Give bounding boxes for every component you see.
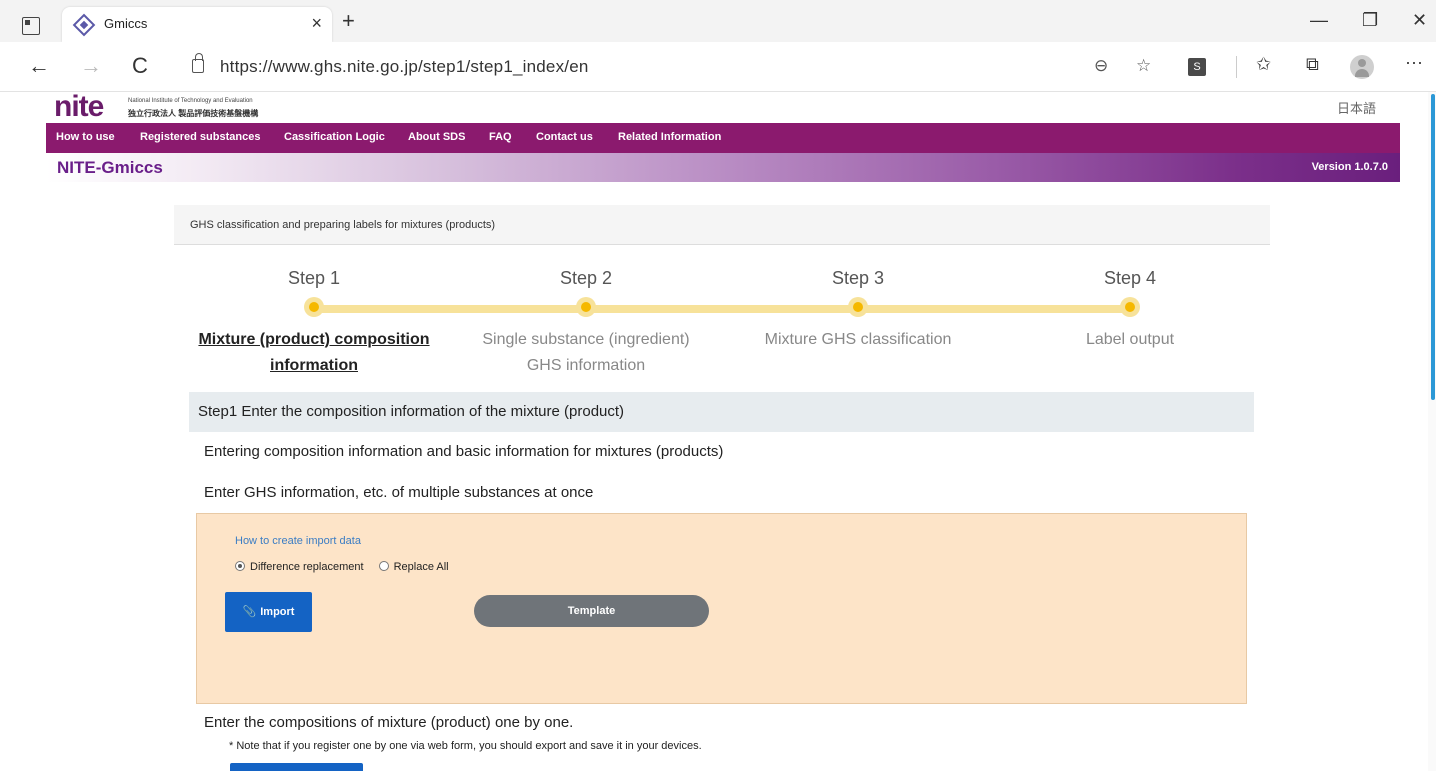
radio-unchecked-icon[interactable] [378, 561, 389, 571]
import-mode-radios: Difference replacement Replace All [235, 561, 449, 573]
logo-japanese-name: 独立行政法人 製品評価技術基盤機構 [128, 109, 259, 118]
add-favorite-icon[interactable]: ☆ [1136, 56, 1151, 76]
reload-icon[interactable]: C [132, 54, 148, 78]
intro-text: Entering composition information and bas… [204, 443, 724, 460]
step-progress: Step 1 Mixture (product) composition info… [174, 252, 1270, 382]
menu-faq[interactable]: FAQ [489, 131, 512, 143]
site-favicon-icon [72, 13, 96, 37]
single-entry-heading: Enter the compositions of mixture (produ… [204, 714, 574, 731]
logo-english-name: National Institute of Technology and Eva… [128, 98, 253, 104]
import-panel: How to create import data Difference rep… [196, 513, 1247, 704]
lock-icon [192, 53, 204, 73]
bulk-entry-heading: Enter GHS information, etc. of multiple … [204, 484, 594, 501]
step-3[interactable]: Step 3 Mixture GHS classification [718, 252, 998, 353]
logo-mark: nite [54, 92, 104, 123]
radio-checked-icon[interactable] [235, 561, 245, 571]
tab-actions-icon[interactable] [22, 17, 40, 35]
menu-contact-us[interactable]: Contact us [536, 131, 593, 143]
step-label: Label output [1085, 331, 1175, 348]
main-menu: How to use Registered substances Cassifi… [46, 123, 1400, 153]
step-number: Step 4 [1103, 268, 1157, 288]
template-button[interactable]: Template [474, 595, 709, 627]
step-label[interactable]: Mixture (product) composition information [174, 327, 454, 379]
step-1[interactable]: Step 1 Mixture (product) composition info… [174, 252, 454, 379]
page-content: nite National Institute of Technology an… [0, 92, 1436, 771]
tab-close-icon[interactable]: × [311, 13, 322, 34]
minimize-icon[interactable]: — [1310, 10, 1328, 30]
menu-registered-substances[interactable]: Registered substances [140, 131, 260, 143]
url-input[interactable]: https://www.ghs.nite.go.jp/step1/step1_i… [176, 50, 1151, 84]
favorites-icon[interactable]: ✩ [1256, 54, 1271, 75]
close-window-icon[interactable]: ✕ [1412, 10, 1427, 30]
step-number: Step 1 [287, 268, 341, 288]
zoom-out-icon[interactable]: ⊖ [1094, 56, 1108, 76]
back-icon[interactable]: ← [28, 54, 50, 78]
tab-title: Gmiccs [104, 16, 148, 31]
step-number: Step 2 [559, 268, 613, 288]
menu-classification-logic[interactable]: Cassification Logic [284, 131, 385, 143]
forward-icon[interactable]: → [80, 54, 102, 78]
step-dot [1120, 297, 1140, 317]
step-dot [848, 297, 868, 317]
restore-icon[interactable]: ❐ [1362, 10, 1378, 30]
paperclip-icon: 📎 [242, 606, 257, 618]
menu-related-information[interactable]: Related Information [618, 131, 721, 143]
new-tab-icon[interactable]: + [342, 9, 355, 33]
browser-tab[interactable]: Gmiccs × [62, 7, 332, 42]
single-entry-button[interactable] [230, 763, 363, 771]
app-title: NITE-Gmiccs [57, 158, 163, 177]
profile-avatar[interactable] [1350, 55, 1374, 79]
toolbar-divider [1236, 56, 1237, 78]
step-4[interactable]: Step 4 Label output [990, 252, 1270, 353]
radio-replace-all[interactable]: Replace All [378, 561, 449, 573]
menu-how-to-use[interactable]: How to use [56, 131, 115, 143]
app-header: NITE-Gmiccs Version 1.0.7.0 [46, 153, 1400, 182]
browser-tab-bar: Gmiccs × + — ❐ ✕ [0, 0, 1436, 42]
import-help-link[interactable]: How to create import data [235, 535, 361, 547]
section-title: Step1 Enter the composition information … [198, 403, 625, 420]
nite-logo[interactable]: nite National Institute of Technology an… [54, 92, 258, 123]
menu-about-sds[interactable]: About SDS [408, 131, 465, 143]
collections-icon[interactable]: ⧉ [1306, 54, 1319, 75]
step-dot [576, 297, 596, 317]
breadcrumb-text: GHS classification and preparing labels … [190, 219, 496, 231]
radio-difference-replacement[interactable]: Difference replacement [235, 561, 364, 573]
language-switch-link[interactable]: 日本語 [1337, 98, 1376, 117]
import-button[interactable]: 📎 Import [225, 592, 312, 632]
more-menu-icon[interactable]: ··· [1405, 52, 1423, 73]
step-label: Single substance (ingredient) GHS informa… [482, 331, 690, 374]
scrollbar-thumb[interactable] [1431, 94, 1435, 400]
export-note: * Note that if you register one by one v… [229, 740, 702, 752]
version-label: Version 1.0.7.0 [1311, 161, 1388, 173]
step-dot [304, 297, 324, 317]
step-label: Mixture GHS classification [764, 331, 952, 348]
extension-icon[interactable]: S [1188, 58, 1206, 76]
address-bar: ← → C https://www.ghs.nite.go.jp/step1/s… [0, 42, 1436, 92]
step-number: Step 3 [831, 268, 885, 288]
scrollbar[interactable] [1428, 92, 1436, 771]
section-title-bar: Step1 Enter the composition information … [189, 392, 1254, 432]
url-text: https://www.ghs.nite.go.jp/step1/step1_i… [220, 57, 589, 76]
step-2[interactable]: Step 2 Single substance (ingredient) GHS … [446, 252, 726, 379]
breadcrumb: GHS classification and preparing labels … [174, 205, 1270, 245]
